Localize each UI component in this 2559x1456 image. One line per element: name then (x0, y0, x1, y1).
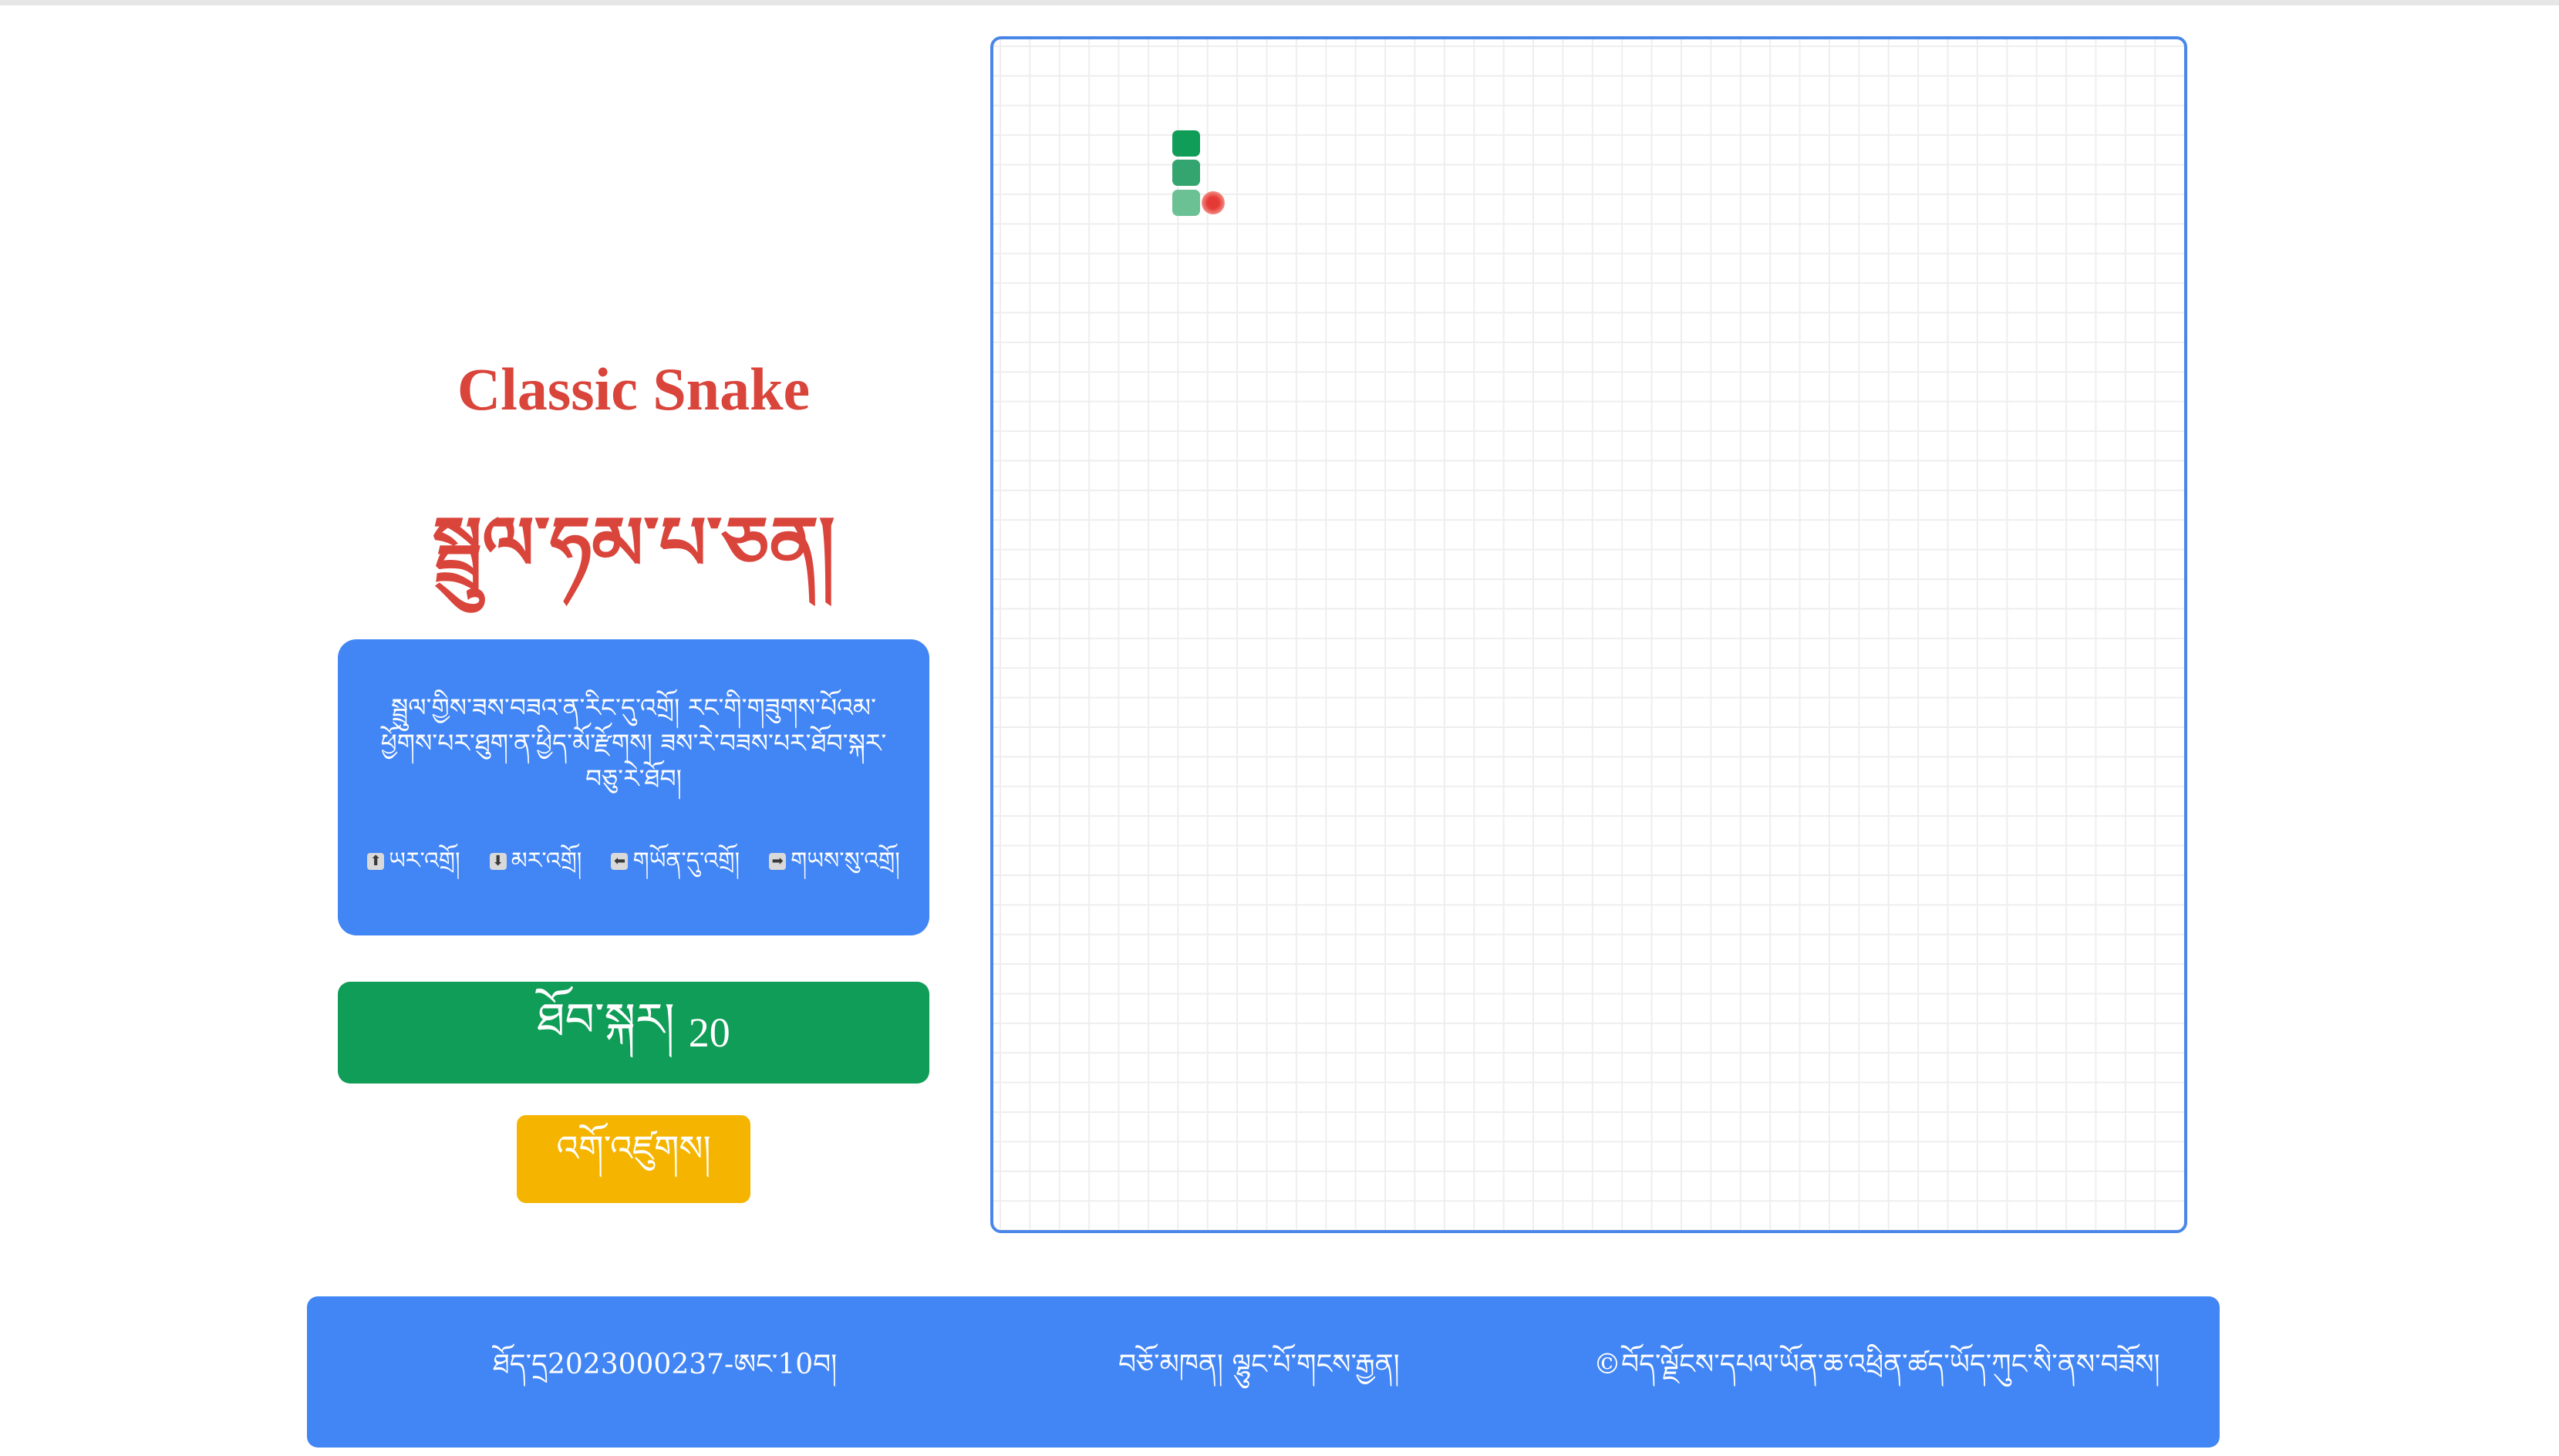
control-left-label: གཡོན་དུ་འགྲོ། (632, 848, 740, 875)
score-value: 20 (688, 1009, 730, 1056)
top-divider (0, 0, 2559, 5)
start-button[interactable]: འགོ་འཛུགས། (517, 1115, 750, 1203)
snake-segment (1172, 190, 1200, 216)
footer-teacher: བཅོ་མཁན། ལྷུང་པོ་གངས་རྒྱན། (1118, 1349, 1400, 1380)
control-up: ⬆ ཡར་འགྲོ། (367, 846, 460, 877)
footer: ཐོད་དྲ2023000237-ཨང་10བ། བཅོ་མཁན། ལྷུང་པ… (307, 1296, 2220, 1448)
arrow-down-icon: ⬇ (489, 853, 507, 870)
footer-student-id: ཐོད་དྲ2023000237-ཨང་10བ། (493, 1349, 838, 1380)
control-right: ➡ གཡས་སུ་འགྲོ། (769, 846, 900, 877)
score-display: ཐོབ་སྐར། 20 (338, 982, 929, 1084)
footer-copyright: ©བོད་ལྗོངས་དཔལ་ཡོན་ཆ་འཕྲིན་ཚད་ཡོད་ཀུང་སི… (1593, 1349, 2160, 1380)
control-left: ⬅ གཡོན་དུ་འགྲོ། (611, 846, 740, 877)
game-board[interactable] (990, 36, 2187, 1233)
arrow-up-icon: ⬆ (367, 853, 385, 870)
arrow-right-icon: ➡ (769, 853, 787, 870)
instructions-card: སྦྲུལ་གྱིས་ཟས་བཟའ་ན་རིང་དུ་འགྲོ། རང་གི་ག… (338, 639, 929, 935)
snake-segment (1172, 160, 1200, 187)
snake-head (1172, 130, 1200, 157)
controls-legend: ⬆ ཡར་འགྲོ། ⬇ མར་འགྲོ། ⬅ གཡོན་དུ་འགྲོ། ➡ … (338, 846, 929, 877)
score-label: ཐོབ་སྐར། (537, 993, 675, 1047)
control-down-label: མར་འགྲོ། (511, 848, 582, 875)
control-right-label: གཡས་སུ་འགྲོ། (791, 848, 900, 875)
game-title-english: Classic Snake (457, 356, 811, 423)
control-up-label: ཡར་འགྲོ། (389, 848, 460, 875)
control-down: ⬇ མར་འགྲོ། (489, 846, 582, 877)
food-pellet (1202, 191, 1226, 214)
arrow-left-icon: ⬅ (611, 853, 629, 870)
game-title-tibetan: སྦྲུལ་ཧམ་པ་ཅན། (432, 500, 835, 587)
instructions-text: སྦྲུལ་གྱིས་ཟས་བཟའ་ན་རིང་དུ་འགྲོ། རང་གི་ག… (380, 693, 887, 794)
